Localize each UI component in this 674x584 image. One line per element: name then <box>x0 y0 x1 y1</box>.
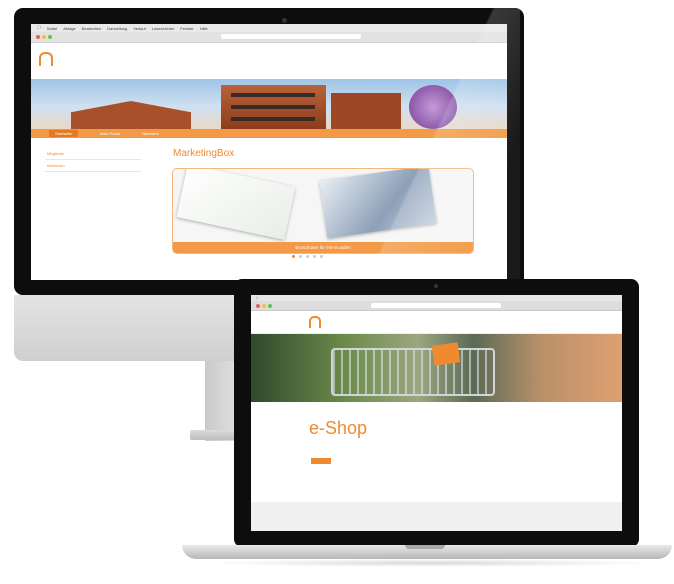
zoom-window-icon[interactable] <box>48 35 52 39</box>
hero-image <box>31 79 507 129</box>
address-bar[interactable] <box>221 34 361 39</box>
page-title: MarketingBox <box>173 148 235 159</box>
minimize-window-icon[interactable] <box>262 304 266 308</box>
tree-graphic <box>409 85 457 129</box>
menu-item[interactable]: Safari <box>47 26 57 31</box>
camera-icon <box>434 284 438 288</box>
menu-item[interactable]: Ablage <box>63 26 75 31</box>
shopping-cart-graphic <box>331 348 495 396</box>
pager-dot[interactable] <box>306 255 309 258</box>
nav-item-netzwerk[interactable]: Netzwerk <box>142 131 159 136</box>
sidebar-item-mitglieder[interactable]: Mitglieder <box>45 148 141 160</box>
promo-slider[interactable]: Broschüren für Ihre Kunden <box>172 168 474 254</box>
site-header <box>251 311 622 334</box>
page-title: e-Shop <box>309 418 368 438</box>
apple-icon[interactable]:  <box>37 25 41 31</box>
macbook-shadow <box>200 559 660 567</box>
address-bar[interactable] <box>371 303 501 308</box>
browser-toolbar <box>31 32 507 43</box>
close-window-icon[interactable] <box>256 304 260 308</box>
nav-item-mein-portal[interactable]: Mein Portal <box>100 131 120 136</box>
menu-item[interactable]: Verlauf <box>133 26 145 31</box>
sidebar-item-infoboxen[interactable]: Infoboxen <box>45 160 141 172</box>
house-logo-icon[interactable] <box>309 316 321 328</box>
menu-item[interactable]: Lesezeichen <box>152 26 174 31</box>
hero-image <box>251 334 622 402</box>
building-graphic <box>331 93 401 129</box>
brochure-image <box>176 169 296 240</box>
camera-icon <box>282 18 287 23</box>
os-menubar:  Safari Ablage Bearbeiten Darstellung V… <box>31 24 507 32</box>
apple-icon[interactable]:  <box>256 296 258 300</box>
menu-item[interactable]: Bearbeiten <box>82 26 101 31</box>
house-logo-icon[interactable] <box>39 52 53 66</box>
site-page: e-Shop <box>251 311 622 531</box>
slider-pager <box>292 255 323 258</box>
brochure-image <box>319 169 437 239</box>
pager-dot[interactable] <box>299 255 302 258</box>
shop-button[interactable] <box>311 458 331 464</box>
pager-dot[interactable] <box>292 255 295 258</box>
close-window-icon[interactable] <box>36 35 40 39</box>
page-content: e-Shop <box>251 402 622 502</box>
imac-screen:  Safari Ablage Bearbeiten Darstellung V… <box>31 24 507 280</box>
nav-item-startseite[interactable]: Startseite <box>49 130 78 137</box>
main-nav: Startseite Mein Portal Netzwerk <box>31 129 507 138</box>
browser-toolbar <box>251 301 622 311</box>
window-strip <box>231 105 315 109</box>
promo-caption[interactable]: Broschüren für Ihre Kunden <box>173 242 473 253</box>
pager-dot[interactable] <box>313 255 316 258</box>
pager-dot[interactable] <box>320 255 323 258</box>
building-graphic <box>221 85 326 129</box>
minimize-window-icon[interactable] <box>42 35 46 39</box>
site-footer <box>251 502 622 531</box>
macbook-screen:  e-Shop <box>251 295 622 531</box>
building-graphic <box>71 101 191 129</box>
menu-item[interactable]: Hilfe <box>200 26 208 31</box>
menu-item[interactable]: Darstellung <box>107 26 127 31</box>
page-content: Mitglieder Infoboxen MarketingBox Brosch… <box>31 138 507 258</box>
macbook-notch <box>405 545 445 549</box>
zoom-window-icon[interactable] <box>268 304 272 308</box>
window-strip <box>231 93 315 97</box>
menu-item[interactable]: Fenster <box>180 26 194 31</box>
window-strip <box>231 117 315 121</box>
site-header <box>31 43 507 79</box>
sidebar: Mitglieder Infoboxen <box>45 148 141 172</box>
package-graphic <box>431 342 461 366</box>
